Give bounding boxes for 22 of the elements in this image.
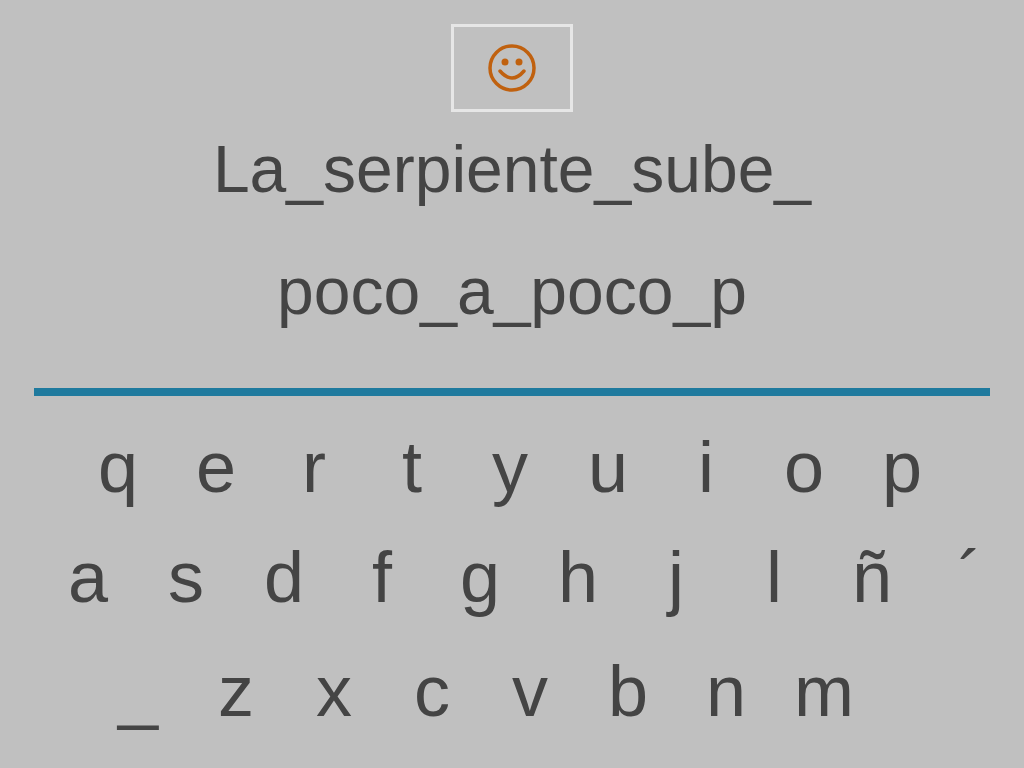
smiley-icon [487,43,537,93]
letter-key[interactable]: ñ [823,541,921,613]
letter-key[interactable]: c [383,655,481,727]
letter-key[interactable]: n [677,655,775,727]
letter-key[interactable]: z [187,655,285,727]
letter-key[interactable]: h [529,541,627,613]
letter-key[interactable]: r [265,431,363,503]
letter-key[interactable]: a [39,541,137,613]
letter-key[interactable]: f [333,541,431,613]
letter-key[interactable]: s [137,541,235,613]
letter-key[interactable]: i [657,431,755,503]
letter-key[interactable]: u [559,431,657,503]
letter-key[interactable]: v [481,655,579,727]
letter-key[interactable]: e [167,431,265,503]
letter-key[interactable]: ´ [921,541,1019,613]
letter-key[interactable]: m [775,655,873,727]
letter-key[interactable]: x [285,655,383,727]
letter-key[interactable]: b [579,655,677,727]
letter-key[interactable]: d [235,541,333,613]
letter-key[interactable]: l [725,541,823,613]
letter-key[interactable]: o [755,431,853,503]
letter-key[interactable]: t [363,431,461,503]
